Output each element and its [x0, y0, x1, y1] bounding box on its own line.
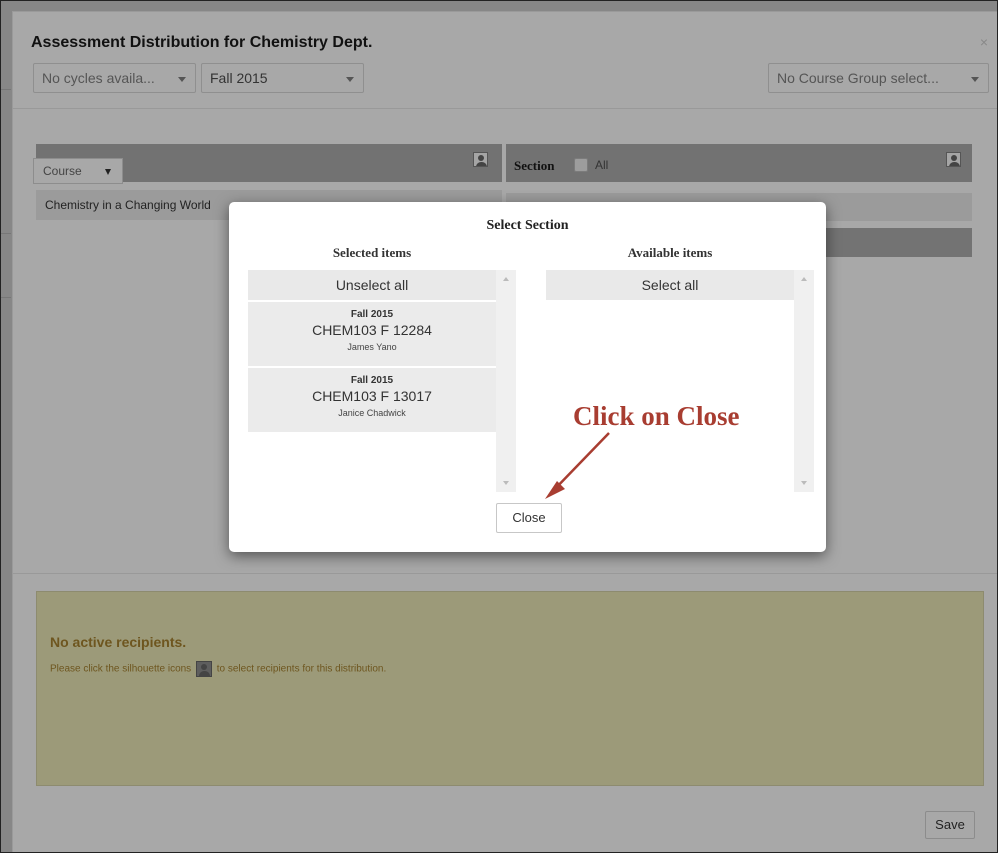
caret-down-icon	[105, 169, 111, 175]
dialog-title: Assessment Distribution for Chemistry De…	[31, 34, 373, 51]
scroll-down-icon[interactable]	[801, 481, 807, 485]
course-dropdown[interactable]: Course	[33, 158, 123, 184]
close-icon[interactable]: ×	[980, 34, 988, 50]
available-list-scrollbar[interactable]	[794, 270, 814, 492]
scroll-down-icon[interactable]	[503, 481, 509, 485]
selected-list-scrollbar[interactable]	[496, 270, 516, 492]
notice-text-before: Please click the silhouette icons	[50, 663, 192, 675]
chevron-down-icon	[178, 77, 186, 82]
item-code: CHEM103 F 13017	[312, 388, 432, 404]
scroll-up-icon[interactable]	[503, 277, 509, 281]
selected-items-heading: Selected items	[332, 245, 412, 260]
screen: Assessment Distribution for Chemistry De…	[0, 0, 998, 853]
list-item[interactable]: Fall 2015 CHEM103 F 12284 James Yano	[248, 302, 496, 366]
background-edge	[1, 233, 11, 234]
select-all-button[interactable]: Select all	[546, 270, 794, 300]
item-term: Fall 2015	[350, 309, 394, 320]
modal-title: Select Section	[486, 218, 569, 233]
section-label: Section	[514, 158, 555, 173]
instruction-annotation: Click on Close	[573, 401, 740, 431]
cycles-select[interactable]: No cycles availa...	[33, 63, 196, 93]
save-button[interactable]: Save	[925, 811, 975, 839]
no-recipients-notice: No active recipients. Please click the s…	[36, 591, 984, 786]
term-select[interactable]: Fall 2015	[201, 63, 364, 93]
silhouette-icon[interactable]	[946, 152, 961, 167]
selected-items-list[interactable]: Unselect all Fall 2015 CHEM103 F 12284 J…	[248, 270, 496, 492]
course-group-select[interactable]: No Course Group select...	[768, 63, 989, 93]
select-section-modal: Select Section Selected items Available …	[229, 202, 826, 552]
item-term: Fall 2015	[350, 375, 394, 386]
all-label: All	[595, 158, 609, 172]
background-edge	[1, 89, 11, 90]
unselect-all-button[interactable]: Unselect all	[248, 270, 496, 300]
notice-text-after: to select recipients for this distributi…	[216, 663, 387, 675]
notice-text: Please click the silhouette icons to sel…	[50, 661, 386, 677]
available-items-heading: Available items	[627, 245, 713, 260]
select-all-sections-checkbox[interactable]	[574, 158, 588, 172]
divider	[13, 573, 997, 574]
divider	[13, 108, 997, 109]
chevron-down-icon	[346, 77, 354, 82]
item-code: CHEM103 F 12284	[312, 322, 432, 338]
course-dropdown-label: Course	[43, 164, 82, 178]
arrow-annotation-icon	[545, 432, 610, 499]
item-instructor: James Yano	[347, 342, 397, 352]
cycles-select-value: No cycles availa...	[42, 70, 155, 86]
course-group-select-value: No Course Group select...	[777, 70, 939, 86]
term-select-value: Fall 2015	[210, 70, 268, 86]
silhouette-icon	[195, 661, 212, 677]
course-row-label: Chemistry in a Changing World	[45, 198, 211, 212]
scroll-up-icon[interactable]	[801, 277, 807, 281]
notice-title: No active recipients.	[50, 634, 187, 650]
chevron-down-icon	[971, 77, 979, 82]
item-instructor: Janice Chadwick	[338, 408, 406, 418]
background-edge	[1, 297, 11, 298]
silhouette-icon[interactable]	[473, 152, 488, 167]
list-item[interactable]: Fall 2015 CHEM103 F 13017 Janice Chadwic…	[248, 368, 496, 432]
